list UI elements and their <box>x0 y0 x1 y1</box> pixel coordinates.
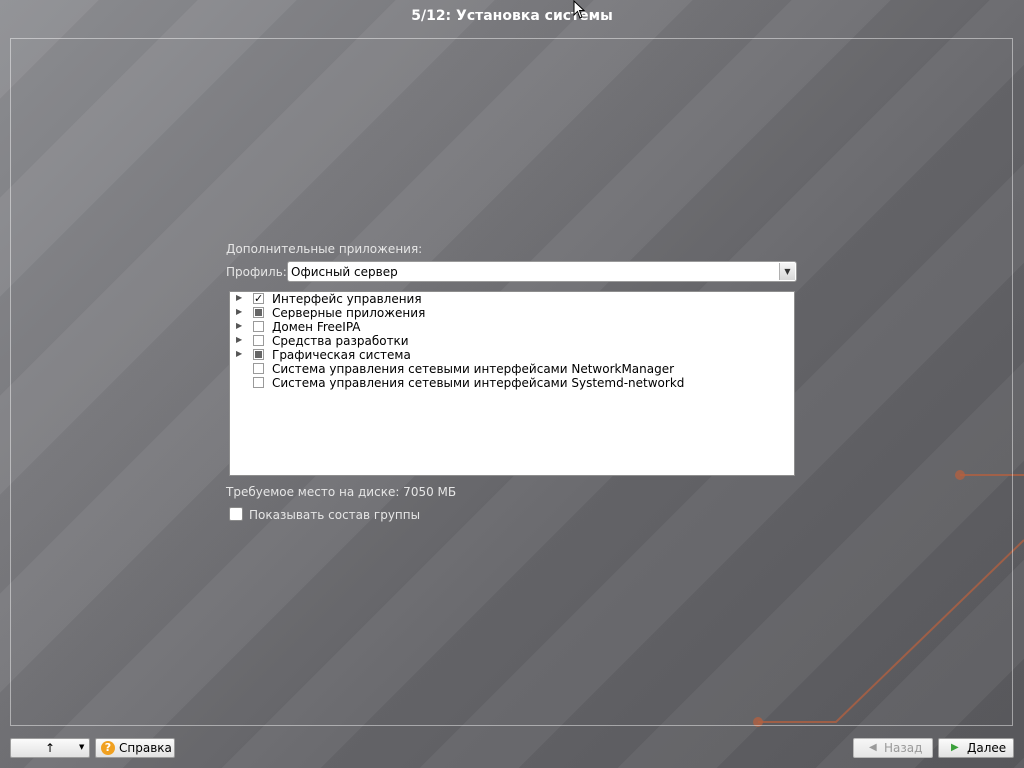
chevron-down-icon[interactable]: ▼ <box>79 743 84 751</box>
profile-select-value: Офисный сервер <box>291 265 398 279</box>
back-button-label: Назад <box>884 741 923 755</box>
next-arrow-icon: ▶ <box>951 742 959 753</box>
group-checkbox[interactable] <box>253 377 264 388</box>
show-group-checkbox[interactable] <box>229 507 243 521</box>
profile-select[interactable]: Офисный сервер ▼ <box>287 261 797 282</box>
expander-icon[interactable]: ▶ <box>236 349 242 358</box>
next-button-label: Далее <box>967 741 1007 755</box>
next-button[interactable]: ▶ Далее <box>938 738 1014 758</box>
group-label: Интерфейс управления <box>272 292 422 306</box>
tree-row[interactable]: Система управления сетевыми интерфейсами… <box>230 362 794 376</box>
help-button-label: Справка <box>119 741 172 755</box>
up-arrow-icon: ↑ <box>45 741 56 755</box>
additional-apps-label: Дополнительные приложения: <box>226 242 423 256</box>
back-arrow-icon: ◀ <box>869 742 877 753</box>
group-checkbox[interactable] <box>253 321 264 332</box>
group-label: Серверные приложения <box>272 306 426 320</box>
groups-tree[interactable]: ▶ ✓ Интерфейс управления ▶ Серверные при… <box>229 291 795 476</box>
window-title: 5/12: Установка системы <box>411 8 613 24</box>
profile-label: Профиль: <box>226 265 287 279</box>
back-button[interactable]: ◀ Назад <box>853 738 933 758</box>
group-label: Средства разработки <box>272 334 409 348</box>
group-checkbox[interactable] <box>253 335 264 346</box>
expander-icon[interactable]: ▶ <box>236 335 242 344</box>
show-group-label[interactable]: Показывать состав группы <box>249 508 420 522</box>
help-icon: ? <box>101 741 115 755</box>
group-label: Графическая система <box>272 348 411 362</box>
chevron-down-icon[interactable]: ▼ <box>779 263 795 280</box>
tree-row[interactable]: ▶ Серверные приложения <box>230 306 794 320</box>
mouse-cursor-icon <box>573 0 586 19</box>
group-label: Система управления сетевыми интерфейсами… <box>272 362 675 376</box>
tree-row[interactable]: ▶ Средства разработки <box>230 334 794 348</box>
group-label: Домен FreeIPA <box>272 320 361 334</box>
expander-icon[interactable]: ▶ <box>236 293 242 302</box>
disk-space-label: Требуемое место на диске: 7050 МБ <box>226 485 457 499</box>
tree-row[interactable]: ▶ Графическая система <box>230 348 794 362</box>
group-label: Система управления сетевыми интерфейсами… <box>272 376 685 390</box>
group-checkbox[interactable]: ✓ <box>253 293 264 304</box>
tree-row[interactable]: Система управления сетевыми интерфейсами… <box>230 376 794 390</box>
tree-row[interactable]: ▶ Домен FreeIPA <box>230 320 794 334</box>
expander-icon[interactable]: ▶ <box>236 321 242 330</box>
up-menu-button[interactable]: ↑ ▼ <box>10 738 90 758</box>
group-checkbox[interactable] <box>253 349 264 360</box>
expander-icon[interactable]: ▶ <box>236 307 242 316</box>
group-checkbox[interactable] <box>253 363 264 374</box>
help-button[interactable]: ? Справка <box>95 738 175 758</box>
tree-row[interactable]: ▶ ✓ Интерфейс управления <box>230 292 794 306</box>
group-checkbox[interactable] <box>253 307 264 318</box>
